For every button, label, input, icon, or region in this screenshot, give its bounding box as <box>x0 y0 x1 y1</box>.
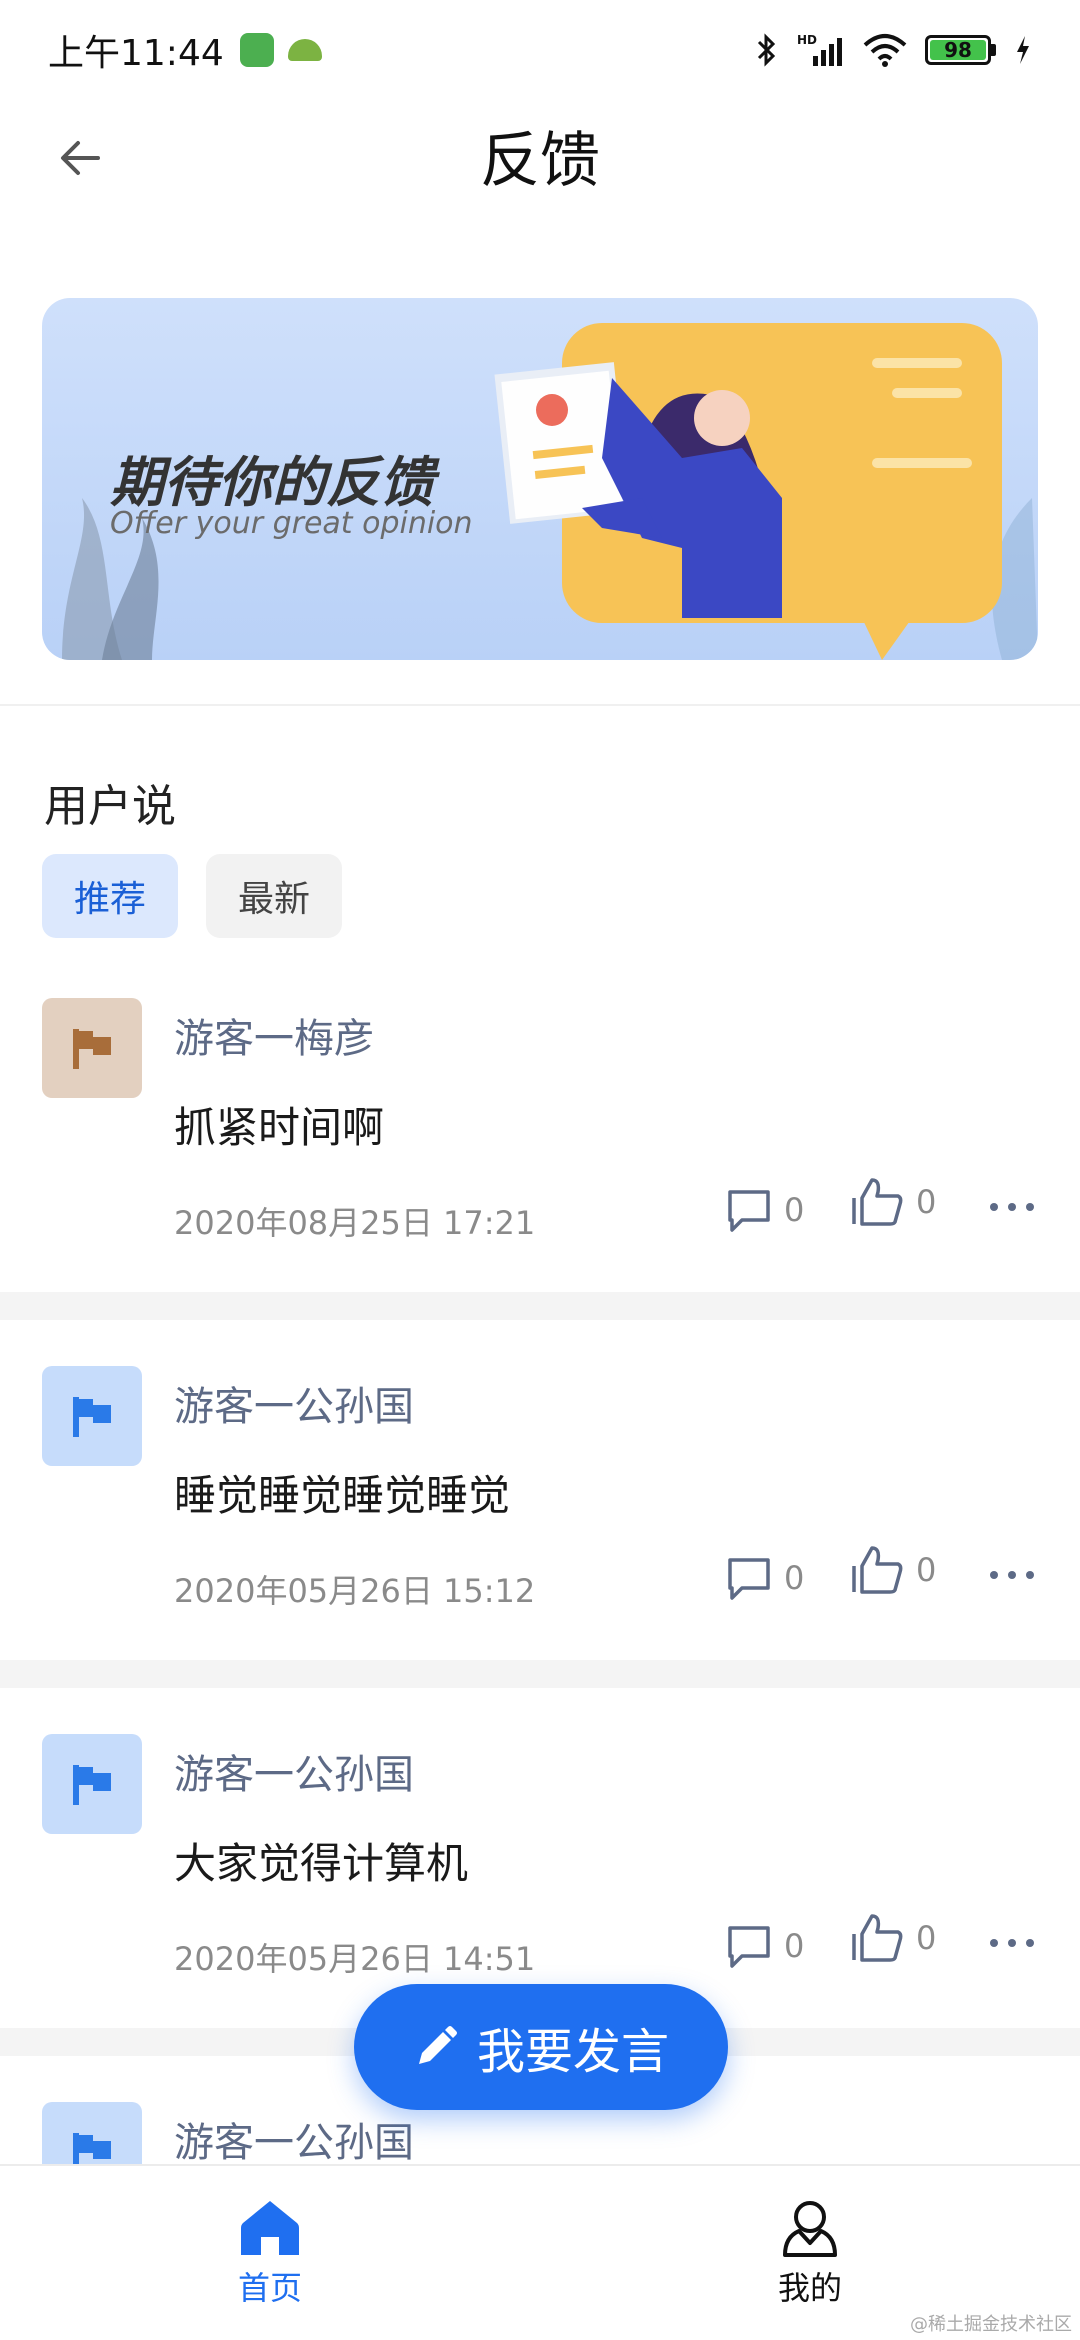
more-dot-icon <box>990 1939 998 1947</box>
more-dot-icon <box>990 1203 998 1211</box>
more-dot-icon <box>1008 1571 1016 1579</box>
comment-count: 0 <box>784 1559 805 1597</box>
nav-home-label: 首页 <box>237 2269 302 2307</box>
system-icons: HD 98 <box>755 32 1032 68</box>
battery-cap <box>991 44 996 56</box>
comment-icon <box>728 1558 770 1600</box>
flag-icon <box>73 2133 111 2164</box>
like-count: 0 <box>916 1183 937 1221</box>
banner-subtitle: Offer your great opinion <box>110 506 473 541</box>
more-dot-icon <box>1026 1939 1034 1947</box>
battery-percent: 98 <box>944 38 972 62</box>
like-count: 0 <box>916 1919 937 1957</box>
post-content: 睡觉睡觉睡觉睡觉 <box>174 1471 511 1520</box>
comment-button[interactable]: 0 <box>724 1554 804 1602</box>
tab-recommended[interactable]: 推荐 <box>42 854 179 938</box>
pencil-icon <box>418 2026 457 2064</box>
app-notification-icon <box>239 33 274 67</box>
nav-profile-label: 我的 <box>777 2269 842 2307</box>
back-arrow-icon <box>61 141 100 175</box>
more-dot-icon <box>1008 1939 1016 1947</box>
comment-count: 0 <box>784 1191 805 1229</box>
android-icon <box>287 39 322 61</box>
tab-latest[interactable]: 最新 <box>206 854 343 938</box>
like-count: 0 <box>916 1551 937 1589</box>
watermark: @稀土掘金技术社区 <box>910 2314 1072 2335</box>
thumbs-up-icon <box>852 1178 903 1226</box>
section-title: 用户说 <box>44 781 176 832</box>
battery-icon: 98 <box>925 35 991 65</box>
page-title: 反馈 <box>480 125 600 196</box>
section-divider <box>0 704 1080 706</box>
status-bar: 上午11:44 HD 98 <box>0 0 1080 100</box>
list-item[interactable]: 游客一梅彦 抓紧时间啊 2020年08月25日 17:21 0 0 <box>0 970 1080 1270</box>
post-username[interactable]: 游客一梅彦 <box>174 1006 374 1064</box>
more-options-button[interactable] <box>990 1928 1034 1958</box>
notification-icons <box>239 33 322 67</box>
like-button[interactable]: 0 <box>850 1542 936 1598</box>
status-time: 上午11:44 <box>48 33 224 74</box>
more-dot-icon <box>1026 1571 1034 1579</box>
more-dot-icon <box>990 1571 998 1579</box>
nav-home[interactable]: 首页 <box>0 2166 540 2340</box>
avatar[interactable] <box>42 998 142 1098</box>
more-options-button[interactable] <box>990 1560 1034 1590</box>
comment-button[interactable]: 0 <box>724 1186 804 1234</box>
post-username[interactable]: 游客一公孙国 <box>174 2110 414 2164</box>
comment-icon <box>728 1926 770 1968</box>
flag-icon <box>73 1765 111 1805</box>
svg-text:HD: HD <box>797 33 817 47</box>
post-feedback-button[interactable]: 我要发言 <box>354 1984 728 2110</box>
bluetooth-icon <box>757 33 776 67</box>
flag-icon <box>73 1029 111 1069</box>
post-content: 抓紧时间啊 <box>174 1103 385 1152</box>
post-timestamp: 2020年08月25日 17:21 <box>174 1204 536 1242</box>
post-timestamp: 2020年05月26日 15:12 <box>174 1572 536 1610</box>
list-item[interactable]: 游客一公孙国 大家觉得计算机 2020年05月26日 14:51 0 0 <box>0 1706 1080 2006</box>
comment-button[interactable]: 0 <box>724 1922 804 1970</box>
thumbs-up-icon <box>852 1914 903 1962</box>
more-dot-icon <box>1026 1203 1034 1211</box>
avatar[interactable] <box>42 1366 142 1466</box>
like-button[interactable]: 0 <box>850 1174 936 1230</box>
user-icon <box>783 2201 837 2257</box>
app-header: 反馈 <box>0 100 1080 210</box>
like-button[interactable]: 0 <box>850 1910 936 1966</box>
list-item[interactable]: 游客一公孙国 睡觉睡觉睡觉睡觉 2020年05月26日 15:12 0 0 <box>0 1338 1080 1638</box>
feedback-banner: 期待你的反馈 Offer your great opinion <box>42 298 1038 660</box>
post-username[interactable]: 游客一公孙国 <box>174 1374 414 1432</box>
post-feedback-label: 我要发言 <box>476 2024 669 2080</box>
home-icon <box>241 2201 299 2255</box>
more-options-button[interactable] <box>990 1192 1034 1222</box>
post-timestamp: 2020年05月26日 14:51 <box>174 1940 536 1978</box>
post-content: 大家觉得计算机 <box>174 1839 469 1888</box>
thumbs-up-icon <box>852 1546 903 1594</box>
comment-count: 0 <box>784 1927 805 1965</box>
list-separator <box>0 1660 1080 1688</box>
more-dot-icon <box>1008 1203 1016 1211</box>
comment-icon <box>728 1190 770 1232</box>
avatar[interactable] <box>42 2102 142 2164</box>
flag-icon <box>73 1397 111 1437</box>
post-username[interactable]: 游客一公孙国 <box>174 1742 414 1800</box>
charging-icon <box>1017 36 1029 64</box>
wifi-icon <box>863 34 907 67</box>
filter-tabs: 推荐 最新 <box>42 854 343 938</box>
back-button[interactable] <box>50 128 110 188</box>
list-separator <box>0 1292 1080 1320</box>
avatar[interactable] <box>42 1734 142 1834</box>
signal-icon: HD <box>797 33 842 66</box>
